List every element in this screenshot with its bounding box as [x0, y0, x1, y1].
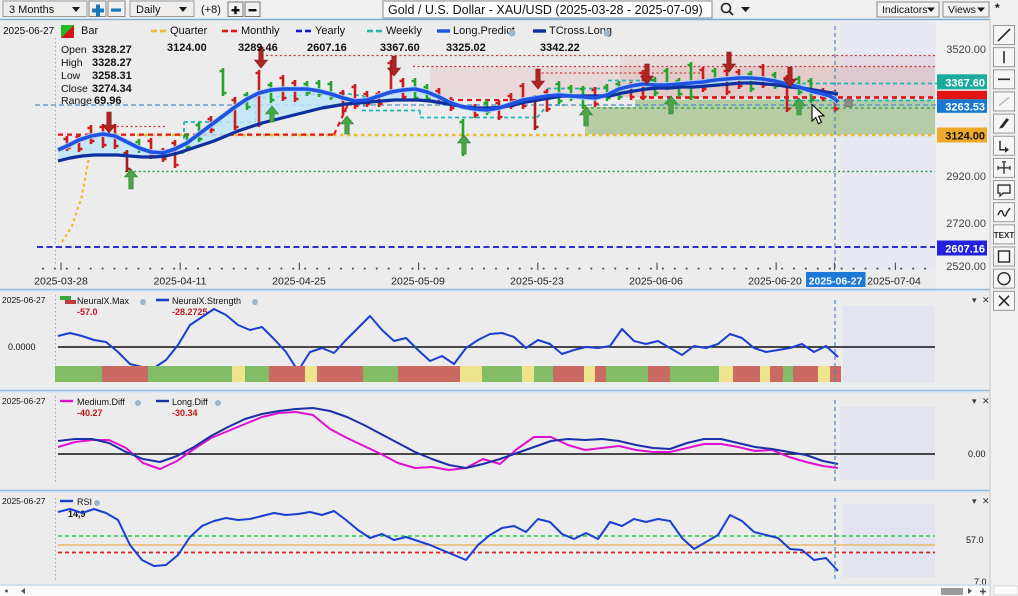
svg-text:3367.60: 3367.60: [945, 78, 985, 90]
svg-text:2025-06-27: 2025-06-27: [2, 295, 46, 305]
svg-text:2607.16: 2607.16: [945, 244, 985, 256]
svg-text:57.0: 57.0: [966, 535, 984, 545]
svg-text:Range: Range: [61, 95, 92, 107]
svg-text:2025-06-27: 2025-06-27: [2, 496, 46, 506]
svg-text:▾: ▾: [972, 295, 977, 305]
svg-text:NeuralX.Strength: NeuralX.Strength: [172, 296, 241, 306]
svg-text:69.96: 69.96: [94, 95, 122, 107]
svg-text:2025-04-11: 2025-04-11: [154, 276, 207, 288]
svg-text:Low: Low: [61, 70, 81, 82]
svg-text:2025-06-20: 2025-06-20: [748, 276, 802, 288]
svg-text:0.0000: 0.0000: [8, 342, 36, 352]
svg-text:Close: Close: [61, 83, 88, 95]
svg-text:0.00: 0.00: [968, 449, 986, 459]
svg-text:Weekly: Weekly: [386, 25, 422, 37]
svg-text:-28.2725: -28.2725: [172, 307, 208, 317]
svg-text:2025-03-28: 2025-03-28: [34, 276, 88, 288]
svg-text:Open: Open: [61, 44, 87, 56]
svg-text:2025-05-23: 2025-05-23: [510, 276, 564, 288]
svg-text:▾: ▾: [972, 396, 977, 406]
svg-text:-40.27: -40.27: [77, 408, 103, 418]
svg-text:Quarter: Quarter: [170, 25, 208, 37]
svg-text:3342.22: 3342.22: [540, 42, 580, 54]
svg-text:✕: ✕: [982, 396, 990, 406]
svg-text:2025-06-27: 2025-06-27: [809, 276, 863, 288]
svg-text:3274.34: 3274.34: [92, 83, 133, 95]
svg-text:Monthly: Monthly: [241, 25, 280, 37]
svg-text:3367.60: 3367.60: [380, 42, 420, 54]
svg-text:TCross.Long: TCross.Long: [549, 25, 612, 37]
svg-text:2025-06-06: 2025-06-06: [629, 276, 683, 288]
svg-text:2520.00: 2520.00: [946, 261, 986, 273]
svg-text:Medium.Diff: Medium.Diff: [77, 397, 125, 407]
svg-text:3124.00: 3124.00: [945, 131, 985, 143]
svg-text:3328.27: 3328.27: [92, 44, 132, 56]
svg-text:Bar: Bar: [81, 25, 98, 37]
svg-text:▾: ▾: [972, 496, 977, 506]
svg-text:Yearly: Yearly: [315, 25, 346, 37]
svg-text:Views: Views: [948, 4, 976, 16]
svg-text:3124.00: 3124.00: [167, 42, 207, 54]
svg-text:3263.53: 3263.53: [945, 102, 985, 114]
svg-text:2025-06-27: 2025-06-27: [3, 26, 55, 37]
svg-text:3328.27: 3328.27: [92, 57, 132, 69]
svg-text:2025-06-27: 2025-06-27: [2, 396, 46, 406]
svg-text:3520.00: 3520.00: [946, 44, 986, 56]
svg-text:2025-07-04: 2025-07-04: [867, 276, 921, 288]
svg-text:3258.31: 3258.31: [92, 70, 132, 82]
svg-text:2720.00: 2720.00: [946, 218, 986, 230]
svg-text:RSI: RSI: [77, 497, 92, 507]
svg-text:2025-04-25: 2025-04-25: [272, 276, 326, 288]
svg-text:Indicators: Indicators: [882, 4, 928, 16]
svg-text:3 Months: 3 Months: [9, 4, 55, 16]
svg-text:2920.00: 2920.00: [946, 171, 986, 183]
svg-text:✕: ✕: [982, 295, 990, 305]
svg-text:-57.0: -57.0: [77, 307, 98, 317]
svg-text:-30.34: -30.34: [172, 408, 198, 418]
svg-text:TEXT: TEXT: [994, 231, 1015, 240]
svg-text:✕: ✕: [982, 496, 990, 506]
svg-text:NeuralX.Max: NeuralX.Max: [77, 296, 130, 306]
svg-text:Long.Predict: Long.Predict: [453, 25, 515, 37]
svg-text:Gold / U.S. Dollar - XAU/USD (: Gold / U.S. Dollar - XAU/USD (2025-03-28…: [388, 3, 703, 17]
svg-text:Long.Diff: Long.Diff: [172, 397, 208, 407]
svg-text:3289.46: 3289.46: [238, 42, 278, 54]
svg-text:(+8): (+8): [201, 4, 221, 16]
svg-text:High: High: [61, 57, 83, 69]
svg-text:3325.02: 3325.02: [446, 42, 486, 54]
svg-text:*: *: [995, 1, 1000, 15]
svg-text:2025-05-09: 2025-05-09: [391, 276, 445, 288]
svg-text:2607.16: 2607.16: [307, 42, 347, 54]
svg-text:Daily: Daily: [136, 4, 161, 16]
